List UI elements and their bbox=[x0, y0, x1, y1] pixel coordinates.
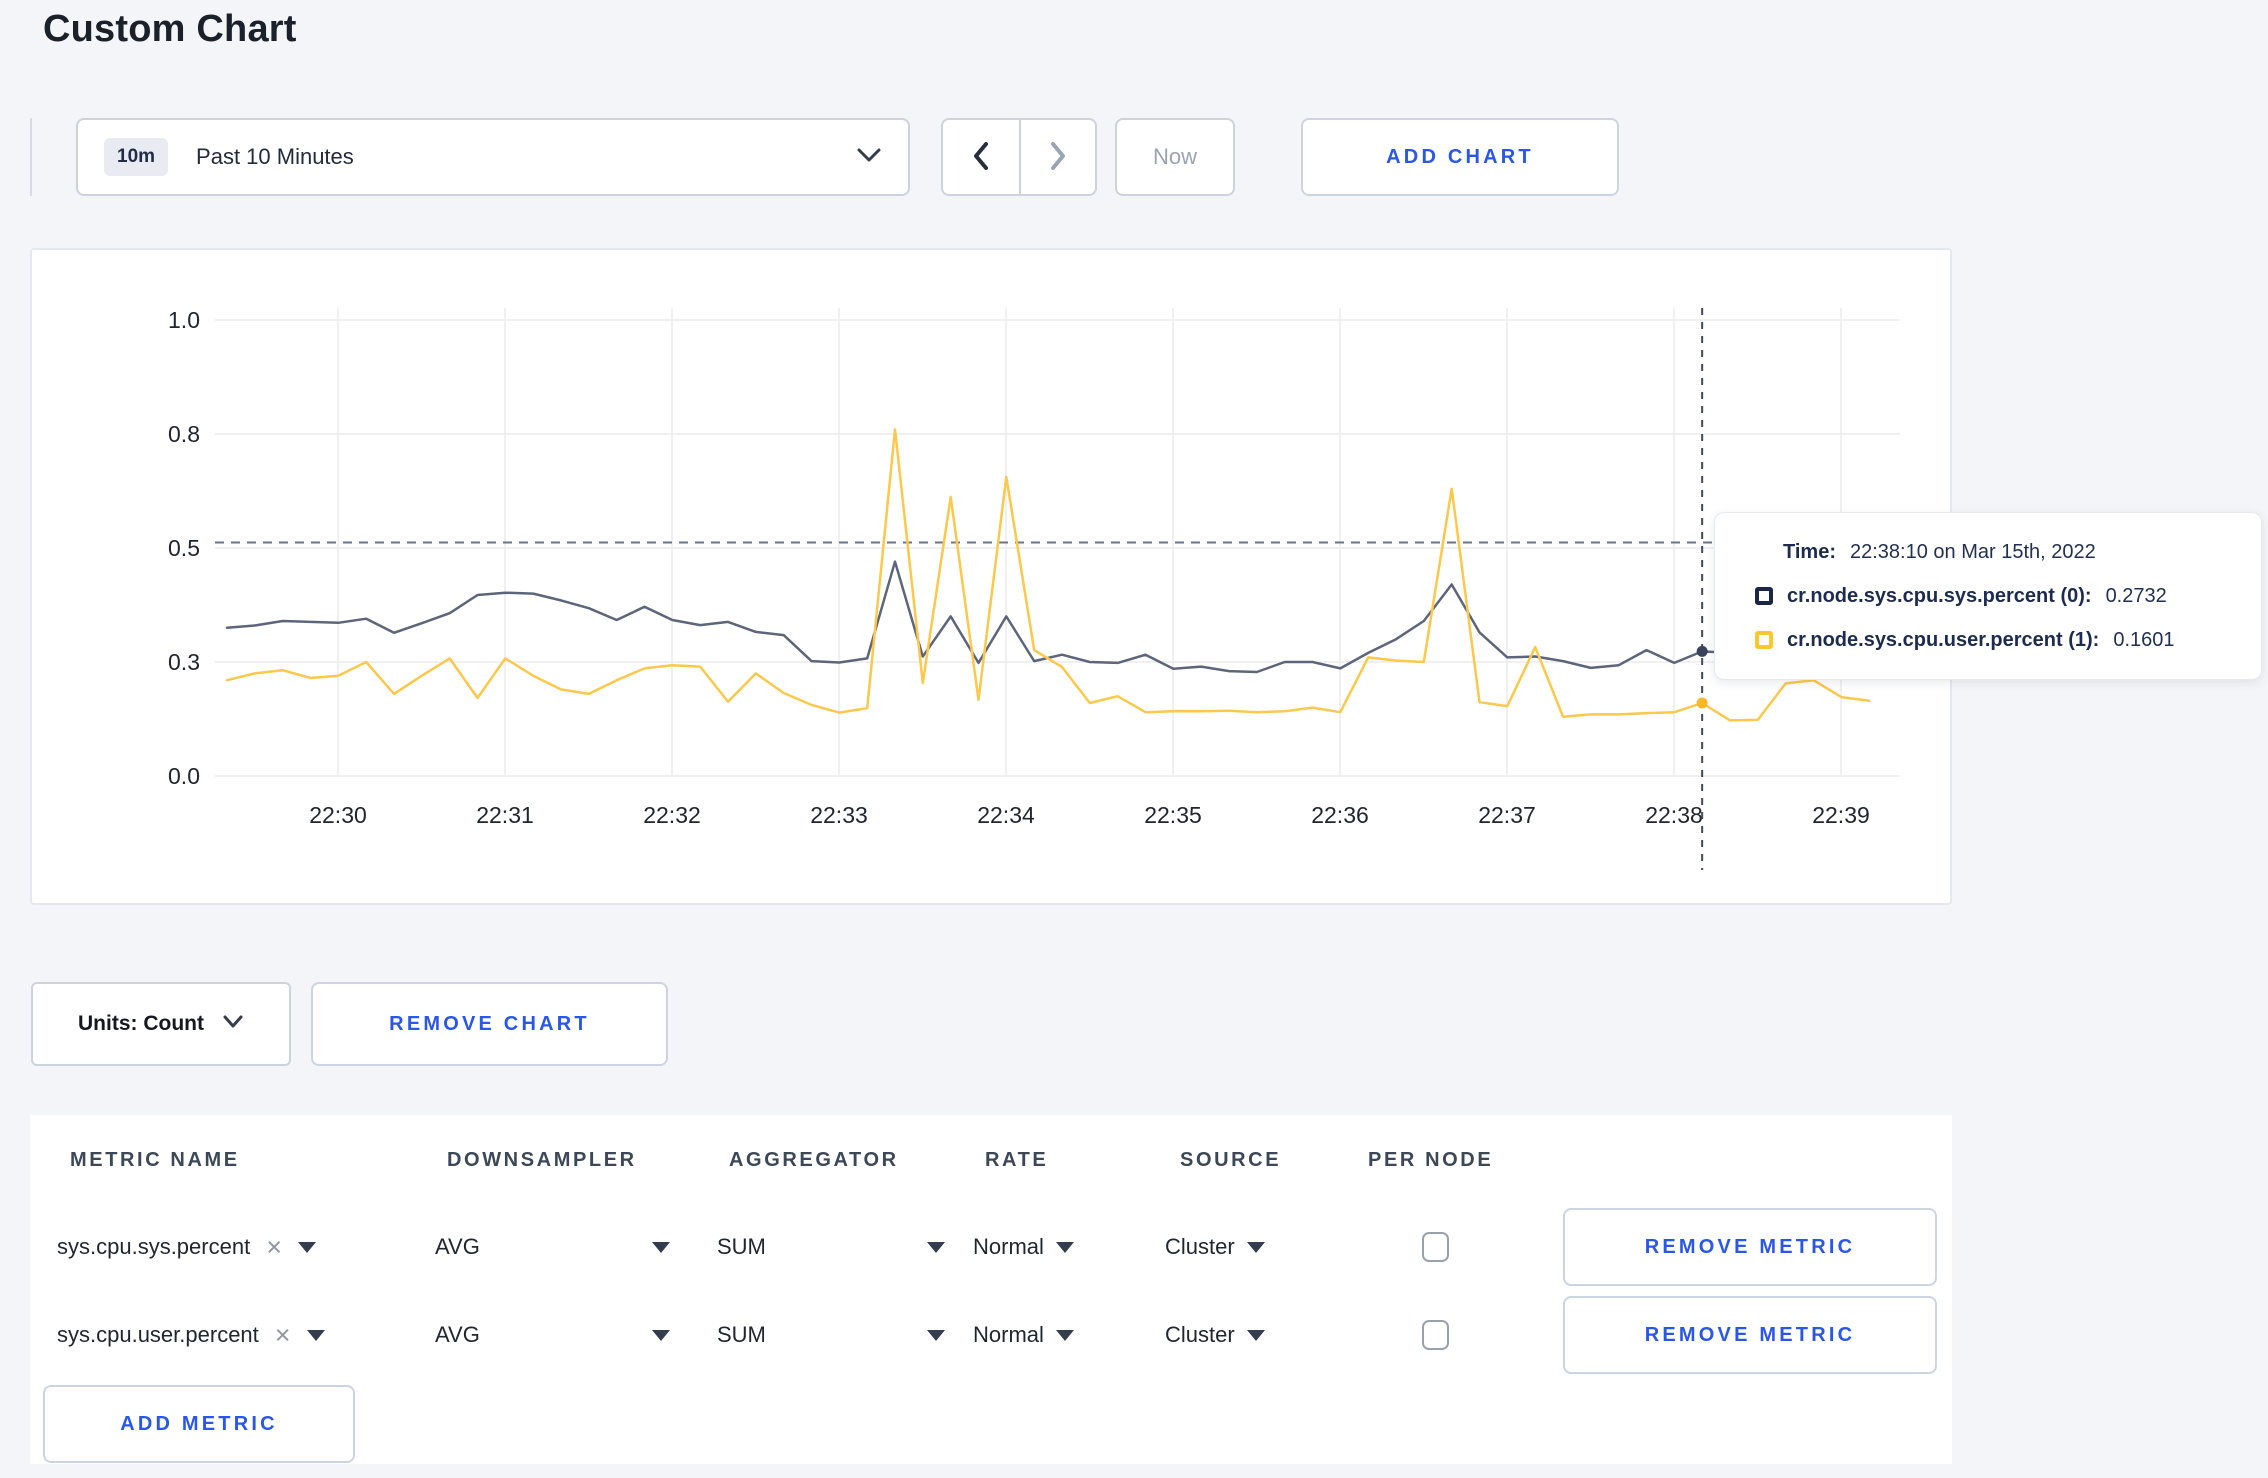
column-header: AGGREGATOR bbox=[729, 1149, 899, 1171]
prev-range-button[interactable] bbox=[943, 120, 1019, 194]
caret-down-icon bbox=[1246, 1241, 1265, 1253]
select-value: Normal bbox=[973, 1322, 1044, 1347]
caret-down-icon bbox=[652, 1241, 670, 1253]
metrics-table: METRIC NAME DOWNSAMPLER AGGREGATOR RATE SOUR… bbox=[30, 1115, 1952, 1464]
tooltip-time-value: 22:38:10 on Mar 15th, 2022 bbox=[1849, 540, 2096, 563]
downsampler-select[interactable]: AVG bbox=[435, 1296, 670, 1374]
source-select[interactable]: Cluster bbox=[1165, 1208, 1265, 1286]
select-value: AVG bbox=[435, 1234, 480, 1259]
select-value: sys.cpu.sys.percent bbox=[57, 1234, 251, 1259]
x-tick-label: 22:39 bbox=[1812, 802, 1870, 828]
per-node-checkbox[interactable] bbox=[1422, 1320, 1449, 1350]
x-tick-label: 22:38 bbox=[1645, 802, 1703, 828]
y-tick-label: 1.0 bbox=[168, 307, 200, 333]
select-value: AVG bbox=[435, 1322, 480, 1347]
x-tick-label: 22:36 bbox=[1311, 802, 1369, 828]
now-button[interactable]: Now bbox=[1115, 118, 1235, 196]
rate-select[interactable]: Normal bbox=[973, 1208, 1074, 1286]
metric-row: sys.cpu.sys.percent × AVG SUM Normal Cluster R… bbox=[30, 1208, 1952, 1286]
next-range-button[interactable] bbox=[1019, 120, 1095, 194]
column-header: PER NODE bbox=[1368, 1149, 1494, 1171]
tooltip-series-label: cr.node.sys.cpu.user.percent (1): bbox=[1787, 628, 2100, 651]
y-tick-label: 0.8 bbox=[168, 421, 200, 447]
tooltip-series-row: cr.node.sys.cpu.user.percent (1): 0.1601 bbox=[1755, 625, 2261, 655]
chevron-left-icon bbox=[969, 140, 993, 175]
column-header: RATE bbox=[985, 1149, 1049, 1171]
column-header: DOWNSAMPLER bbox=[447, 1149, 637, 1171]
rate-select[interactable]: Normal bbox=[973, 1296, 1074, 1374]
time-range-select[interactable]: 10m Past 10 Minutes bbox=[76, 118, 910, 196]
select-value: Cluster bbox=[1165, 1322, 1235, 1347]
caret-down-icon bbox=[1055, 1241, 1074, 1253]
hover-dot-1 bbox=[1696, 697, 1708, 709]
tooltip-time-label: Time: bbox=[1783, 540, 1836, 563]
x-tick-label: 22:30 bbox=[309, 802, 367, 828]
series-line-0 bbox=[225, 560, 1871, 674]
y-tick-label: 0.3 bbox=[168, 649, 200, 675]
chevron-down-icon bbox=[856, 146, 882, 169]
series-swatch-icon bbox=[1755, 631, 1773, 649]
tooltip-series-value: 0.2732 bbox=[2105, 584, 2167, 607]
caret-down-icon bbox=[927, 1241, 945, 1253]
caret-down-icon bbox=[297, 1241, 316, 1253]
select-value: sys.cpu.user.percent bbox=[57, 1322, 259, 1347]
x-tick-label: 22:32 bbox=[643, 802, 701, 828]
add-metric-button[interactable]: ADD METRIC bbox=[43, 1385, 355, 1463]
caret-down-icon bbox=[1246, 1329, 1265, 1341]
units-select[interactable]: Units: Count bbox=[31, 982, 291, 1066]
time-pager bbox=[941, 118, 1097, 196]
caret-down-icon bbox=[927, 1329, 945, 1341]
source-select[interactable]: Cluster bbox=[1165, 1296, 1265, 1374]
add-chart-button[interactable]: ADD CHART bbox=[1301, 118, 1619, 196]
x-tick-label: 22:31 bbox=[476, 802, 534, 828]
clear-metric-icon[interactable]: × bbox=[266, 1233, 282, 1261]
remove-metric-button[interactable]: REMOVE METRIC bbox=[1563, 1208, 1937, 1286]
time-range-badge: 10m bbox=[104, 138, 169, 176]
chart-tooltip: Time: 22:38:10 on Mar 15th, 2022 cr.node… bbox=[1714, 512, 2262, 680]
x-tick-label: 22:34 bbox=[977, 802, 1035, 828]
remove-metric-button[interactable]: REMOVE METRIC bbox=[1563, 1296, 1937, 1374]
downsampler-select[interactable]: AVG bbox=[435, 1208, 670, 1286]
tooltip-time: Time: 22:38:10 on Mar 15th, 2022 bbox=[1783, 537, 2261, 567]
tooltip-series-row: cr.node.sys.cpu.sys.percent (0): 0.2732 bbox=[1755, 581, 2261, 611]
column-header: METRIC NAME bbox=[70, 1149, 240, 1171]
x-tick-label: 22:37 bbox=[1478, 802, 1536, 828]
y-tick-label: 0.0 bbox=[168, 763, 200, 789]
clear-metric-icon[interactable]: × bbox=[275, 1321, 291, 1349]
custom-chart[interactable]: 0.0 0.3 0.5 0.8 1.0 22:30 22:31 22:32 22:33 22:34… bbox=[30, 248, 1952, 905]
caret-down-icon bbox=[1055, 1329, 1074, 1341]
metric-name-select[interactable]: sys.cpu.user.percent × bbox=[57, 1296, 325, 1374]
series-swatch-icon bbox=[1755, 587, 1773, 605]
select-value: Cluster bbox=[1165, 1234, 1235, 1259]
chevron-down-icon bbox=[222, 1014, 244, 1034]
tooltip-series-value: 0.1601 bbox=[2113, 628, 2175, 651]
caret-down-icon bbox=[306, 1329, 325, 1341]
toolbar-divider bbox=[30, 118, 32, 196]
chevron-right-icon bbox=[1046, 140, 1070, 175]
aggregator-select[interactable]: SUM bbox=[717, 1296, 945, 1374]
time-range-label: Past 10 Minutes bbox=[196, 144, 354, 169]
units-label: Units: Count bbox=[78, 1012, 204, 1035]
y-tick-label: 0.5 bbox=[168, 535, 200, 561]
remove-chart-button[interactable]: REMOVE CHART bbox=[311, 982, 668, 1066]
custom-chart-page: Custom Chart 10m Past 10 Minutes Now ADD… bbox=[0, 0, 2268, 1478]
metric-name-select[interactable]: sys.cpu.sys.percent × bbox=[57, 1208, 316, 1286]
hover-dot-0 bbox=[1696, 645, 1708, 657]
x-tick-label: 22:33 bbox=[810, 802, 868, 828]
select-value: SUM bbox=[717, 1234, 766, 1259]
series-line-1 bbox=[225, 428, 1871, 722]
caret-down-icon bbox=[652, 1329, 670, 1341]
aggregator-select[interactable]: SUM bbox=[717, 1208, 945, 1286]
select-value: SUM bbox=[717, 1322, 766, 1347]
tooltip-series-label: cr.node.sys.cpu.sys.percent (0): bbox=[1787, 584, 2092, 607]
x-tick-label: 22:35 bbox=[1144, 802, 1202, 828]
per-node-checkbox[interactable] bbox=[1422, 1232, 1449, 1262]
chart-card[interactable]: 0.0 0.3 0.5 0.8 1.0 22:30 22:31 22:32 22:33 22:34… bbox=[30, 248, 1952, 905]
page-title: Custom Chart bbox=[43, 8, 297, 50]
select-value: Normal bbox=[973, 1234, 1044, 1259]
column-header: SOURCE bbox=[1180, 1149, 1282, 1171]
metric-row: sys.cpu.user.percent × AVG SUM Normal Cluster… bbox=[30, 1296, 1952, 1374]
